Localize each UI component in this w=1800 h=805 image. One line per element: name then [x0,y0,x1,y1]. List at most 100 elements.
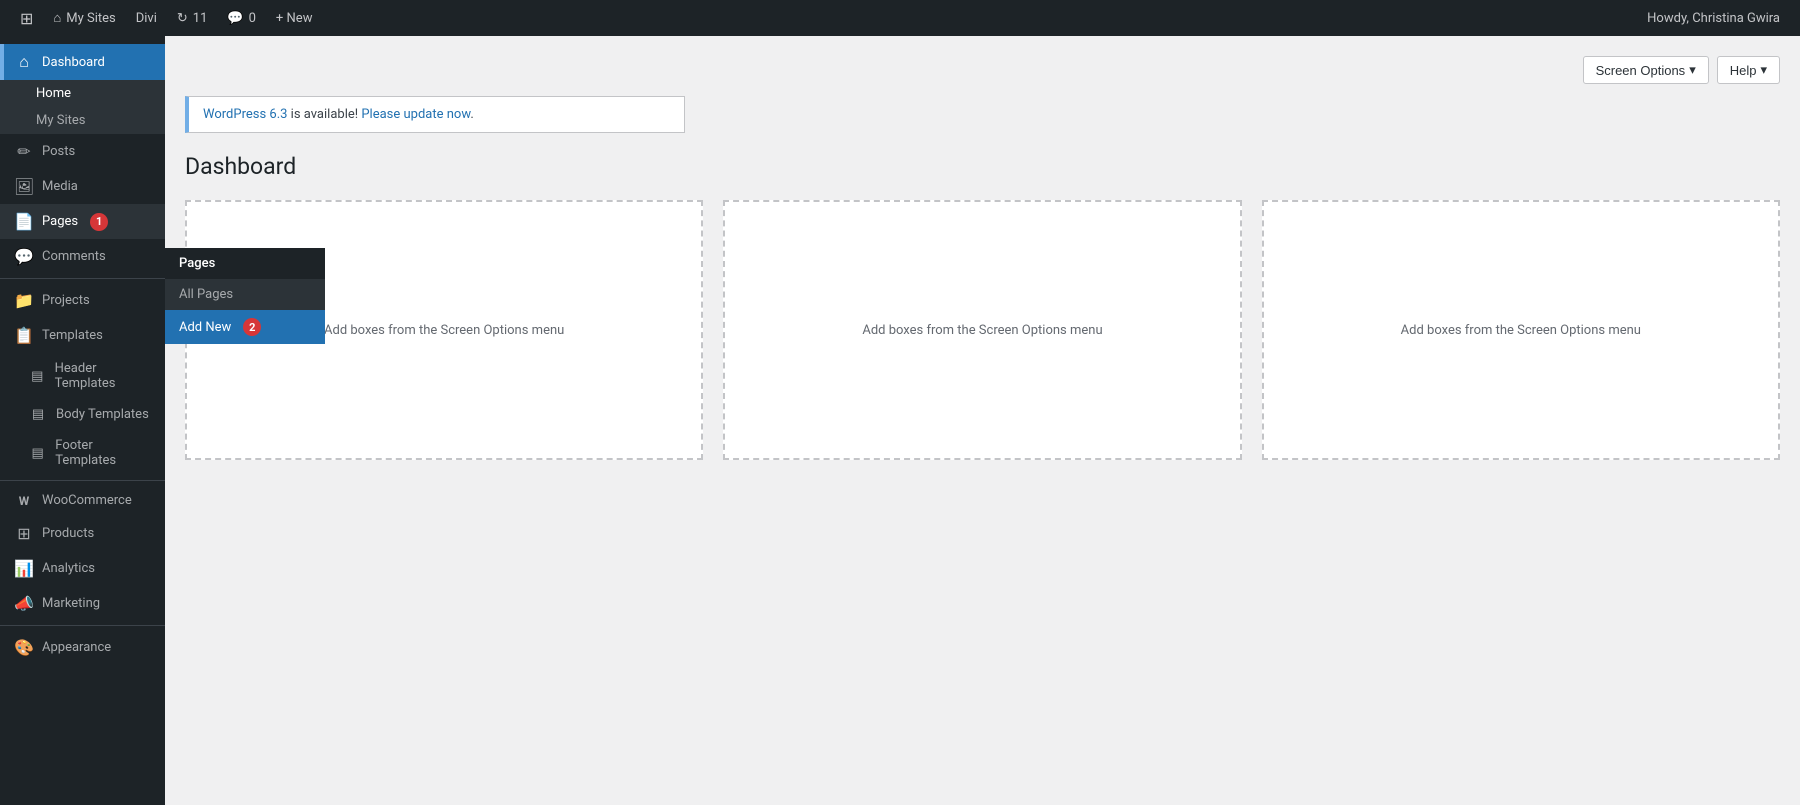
page-title: Dashboard [185,153,1780,180]
marketing-icon: 📣 [14,594,34,613]
sidebar-item-footer-templates[interactable]: ▤ Footer Templates [0,430,165,476]
templates-icon: 📋 [14,326,34,345]
add-new-label: Add New [179,320,231,335]
projects-label: Projects [42,293,90,308]
body-templates-icon: ▤ [28,407,48,422]
analytics-label: Analytics [42,561,95,576]
dashboard-box-2-text: Add boxes from the Screen Options menu [862,323,1102,338]
comments-label: Comments [42,249,106,264]
pages-flyout-menu: Pages All Pages Add New 2 [165,248,325,344]
dashboard-box-2: Add boxes from the Screen Options menu [723,200,1241,460]
analytics-icon: 📊 [14,559,34,578]
comment-icon: 💬 [227,11,243,26]
wp-logo-button[interactable]: ⊞ [10,0,43,36]
templates-label: Templates [42,328,103,343]
footer-templates-icon: ▤ [28,446,47,461]
woocommerce-label: WooCommerce [42,493,132,508]
dashboard-box-3: Add boxes from the Screen Options menu [1262,200,1780,460]
my-sites-label: My Sites [66,11,115,26]
new-button[interactable]: + New [266,0,323,36]
notice-message-text: is available! [287,107,361,122]
help-arrow-icon: ▾ [1760,62,1767,78]
pages-badge: 1 [90,213,108,231]
sidebar-item-comments[interactable]: 💬 Comments [0,239,165,274]
home-icon: ⌂ [53,10,61,26]
help-button[interactable]: Help ▾ [1717,56,1780,84]
pages-icon: 📄 [14,212,34,231]
dashboard-icon: ⌂ [14,52,34,72]
sidebar-item-home[interactable]: Home [0,80,165,107]
sidebar: ⌂ Dashboard Home My Sites ✏ Posts 🖼 Medi… [0,36,165,805]
posts-label: Posts [42,144,75,159]
sidebar-item-pages[interactable]: 📄 Pages 1 [0,204,165,239]
appearance-label: Appearance [42,640,111,655]
sidebar-item-projects[interactable]: 📁 Projects [0,283,165,318]
update-notice: WordPress 6.3 is available! Please updat… [185,96,685,133]
footer-templates-label: Footer Templates [55,438,153,468]
media-label: Media [42,179,78,194]
home-label: Home [36,86,71,101]
sidebar-item-media[interactable]: 🖼 Media [0,169,165,204]
update-now-link[interactable]: Please update now [361,107,470,122]
updates-button[interactable]: ↻ 11 [167,0,218,36]
sidebar-item-products[interactable]: ⊞ Products [0,516,165,551]
flyout-title: Pages [165,248,325,279]
products-label: Products [42,526,94,541]
screen-options-button[interactable]: Screen Options ▾ [1583,56,1709,84]
divi-button[interactable]: Divi [126,0,167,36]
menu-divider-2 [0,480,165,481]
refresh-icon: ↻ [177,11,188,26]
sidebar-item-marketing[interactable]: 📣 Marketing [0,586,165,621]
howdy-text: Howdy, Christina Gwira [1647,11,1780,26]
dashboard-label: Dashboard [42,55,105,70]
sidebar-item-woocommerce[interactable]: W WooCommerce [0,485,165,516]
top-toolbar: Screen Options ▾ Help ▾ [185,56,1780,84]
divi-label: Divi [136,11,157,26]
add-new-badge: 2 [243,318,261,336]
header-templates-label: Header Templates [55,361,153,391]
dashboard-box-3-text: Add boxes from the Screen Options menu [1401,323,1641,338]
sidebar-item-appearance[interactable]: 🎨 Appearance [0,630,165,665]
sidebar-item-posts[interactable]: ✏ Posts [0,134,165,169]
update-count: 11 [193,11,208,26]
screen-options-label: Screen Options [1596,63,1686,78]
screen-options-arrow-icon: ▾ [1689,62,1696,78]
flyout-add-new[interactable]: Add New 2 [165,310,325,344]
dashboard-columns: Add boxes from the Screen Options menu A… [185,200,1780,460]
sidebar-item-header-templates[interactable]: ▤ Header Templates [0,353,165,399]
main-content: Screen Options ▾ Help ▾ WordPress 6.3 is… [165,36,1800,805]
products-icon: ⊞ [14,524,34,543]
help-label: Help [1730,63,1757,78]
wp-version-link[interactable]: WordPress 6.3 [203,107,287,122]
header-templates-icon: ▤ [28,369,47,384]
new-label: + New [276,11,313,26]
appearance-icon: 🎨 [14,638,34,657]
admin-bar: ⊞ ⌂ My Sites Divi ↻ 11 💬 0 + New Howdy, … [0,0,1800,36]
sidebar-item-dashboard[interactable]: ⌂ Dashboard [0,44,165,80]
pages-label: Pages [42,214,78,229]
comments-button[interactable]: 💬 0 [217,0,266,36]
woocommerce-icon: W [14,494,34,508]
notice-end: . [470,107,473,122]
marketing-label: Marketing [42,596,100,611]
my-sites-button[interactable]: ⌂ My Sites [43,0,125,36]
dashboard-box-1-text: Add boxes from the Screen Options menu [324,323,564,338]
sidebar-item-my-sites[interactable]: My Sites [0,107,165,134]
comments-icon: 💬 [14,247,34,266]
sidebar-item-analytics[interactable]: 📊 Analytics [0,551,165,586]
flyout-all-pages[interactable]: All Pages [165,279,325,310]
wp-icon: ⊞ [20,9,33,28]
user-greeting[interactable]: Howdy, Christina Gwira [1637,0,1790,36]
body-templates-label: Body Templates [56,407,149,422]
sidebar-item-templates[interactable]: 📋 Templates [0,318,165,353]
sidebar-item-body-templates[interactable]: ▤ Body Templates [0,399,165,430]
posts-icon: ✏ [14,142,34,161]
media-icon: 🖼 [14,177,34,196]
menu-divider-1 [0,278,165,279]
all-pages-label: All Pages [179,287,233,302]
comments-count: 0 [249,11,256,26]
projects-icon: 📁 [14,291,34,310]
my-sites-label: My Sites [36,113,85,128]
menu-divider-3 [0,625,165,626]
content-wrap: Screen Options ▾ Help ▾ WordPress 6.3 is… [185,56,1780,460]
